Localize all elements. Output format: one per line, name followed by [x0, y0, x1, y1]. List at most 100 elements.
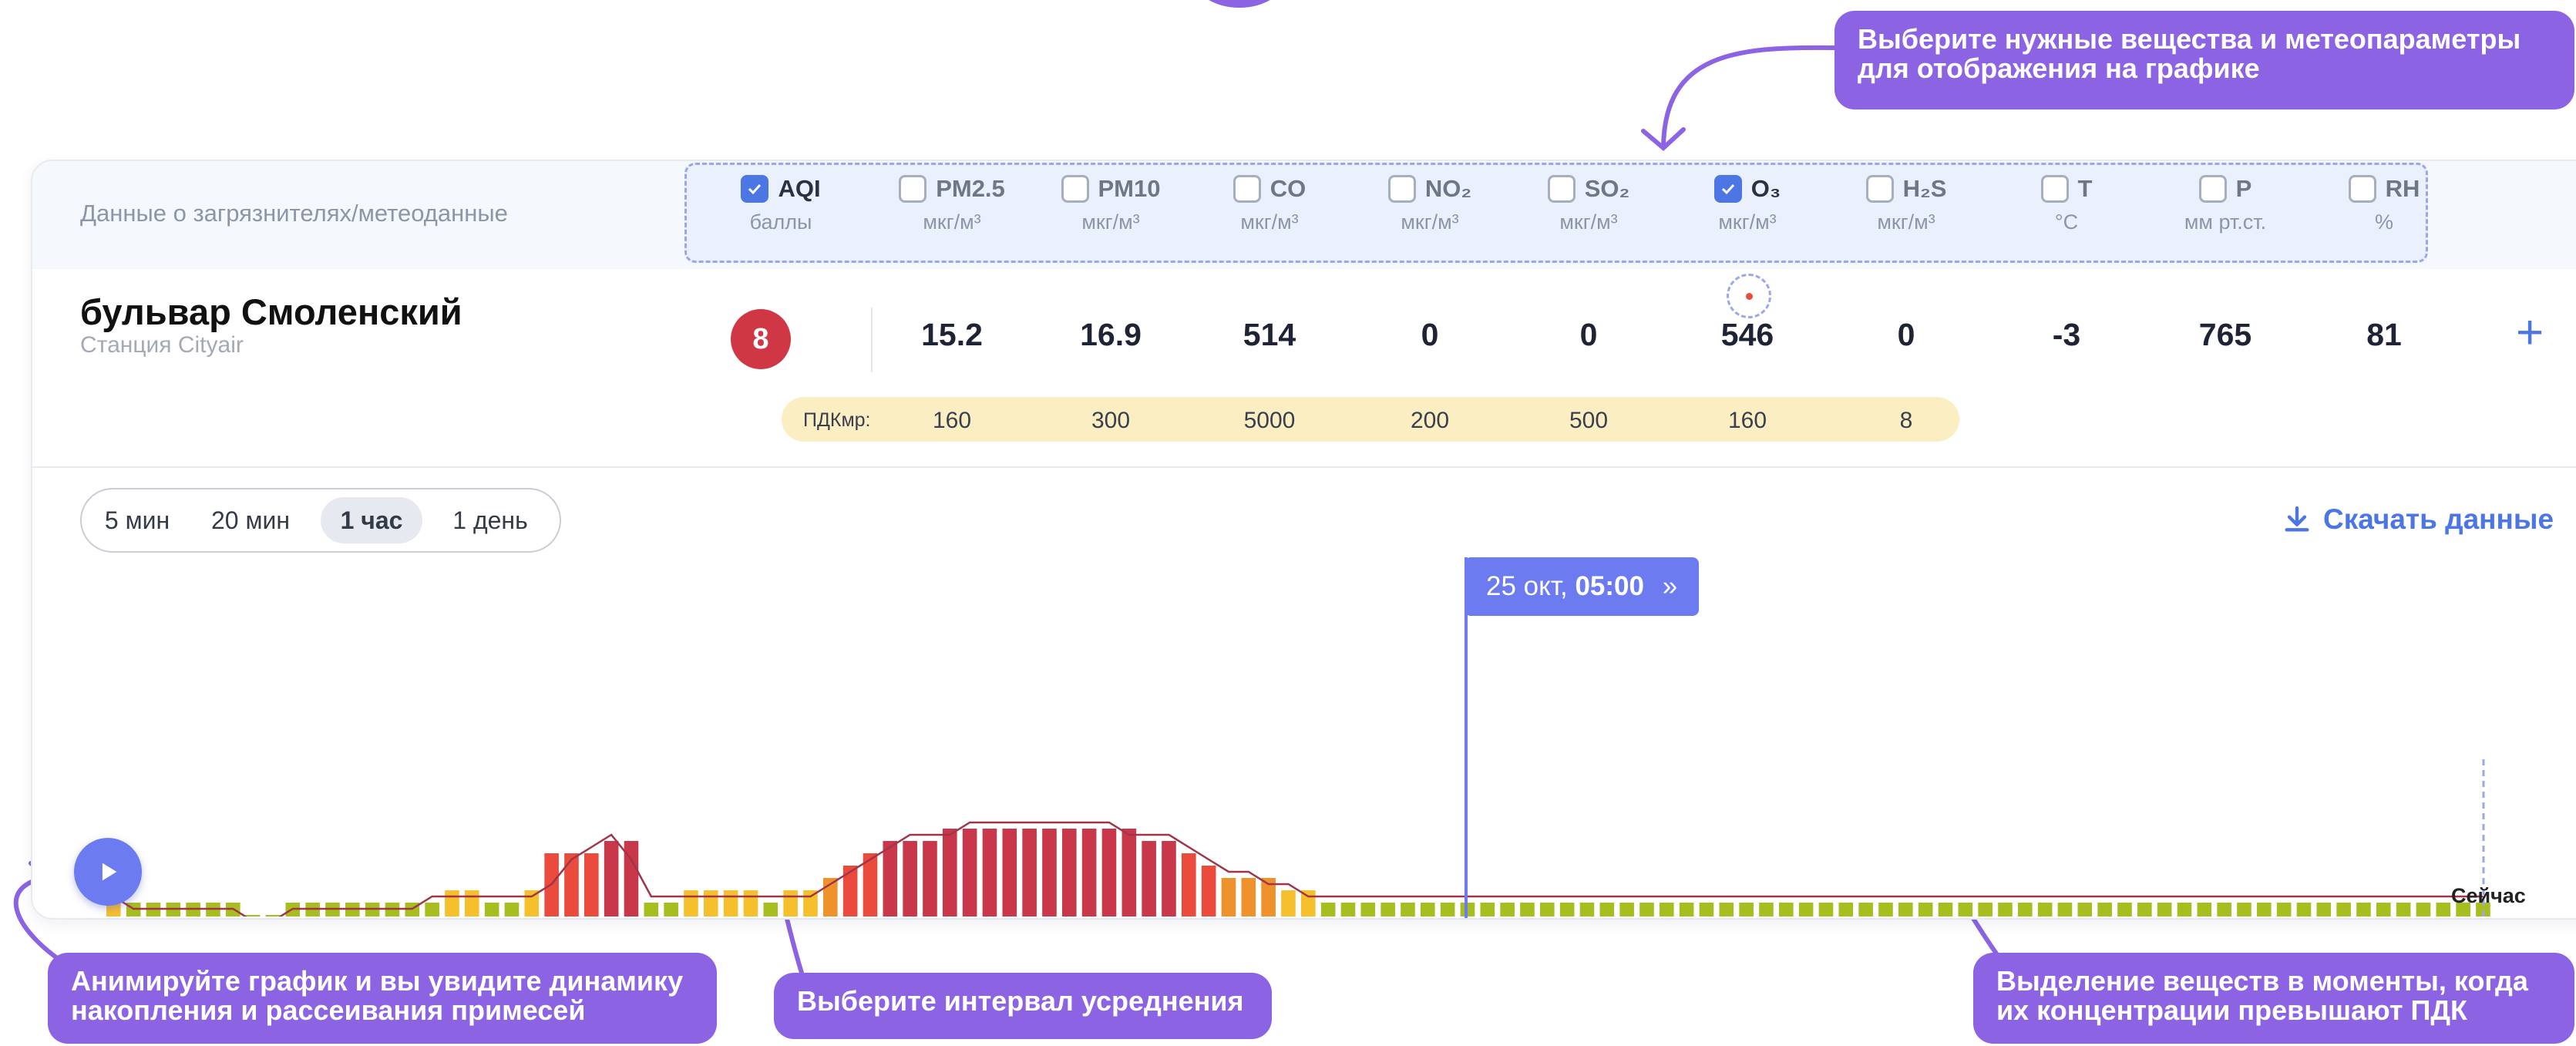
aqi-bar[interactable] — [2356, 903, 2371, 917]
aqi-bar[interactable] — [465, 890, 479, 917]
aqi-bar[interactable] — [2137, 903, 2152, 917]
aqi-bar[interactable] — [1002, 829, 1017, 917]
aqi-bar[interactable] — [2097, 903, 2112, 917]
aqi-bar[interactable] — [1858, 903, 1873, 917]
aqi-bar[interactable] — [2436, 903, 2451, 917]
aqi-bar[interactable] — [2276, 903, 2292, 917]
aqi-bar[interactable] — [1480, 903, 1495, 917]
aqi-bar[interactable] — [1062, 829, 1077, 917]
interval-20min[interactable]: 20 мин — [196, 497, 305, 543]
aqi-bar[interactable] — [1101, 829, 1117, 917]
aqi-bar[interactable] — [2117, 903, 2132, 917]
aqi-bar[interactable] — [903, 841, 917, 917]
aqi-bar[interactable] — [1122, 829, 1137, 917]
param-p[interactable]: P мм рт.ст. — [2167, 175, 2283, 234]
checkbox-icon[interactable] — [1233, 175, 1261, 203]
aqi-bar[interactable] — [1042, 829, 1057, 917]
aqi-bar[interactable] — [1162, 841, 1176, 917]
aqi-bar[interactable] — [604, 841, 619, 917]
aqi-bar[interactable] — [1958, 903, 1973, 917]
aqi-bar[interactable] — [1540, 903, 1555, 917]
aqi-bar[interactable] — [2157, 903, 2172, 917]
aqi-bar[interactable] — [2217, 903, 2231, 917]
aqi-bar[interactable] — [2336, 903, 2351, 917]
param-o3[interactable]: O₃ мкг/м³ — [1690, 175, 1805, 234]
aqi-bar[interactable] — [1579, 903, 1595, 917]
aqi-bar[interactable] — [704, 890, 718, 917]
aqi-chart[interactable]: 12:0018:0024 окт06:0012:0018:0025 окт06:… — [32, 593, 2576, 917]
aqi-bar[interactable] — [1320, 903, 1336, 917]
aqi-bar[interactable] — [1520, 903, 1535, 917]
param-rh[interactable]: RH % — [2326, 175, 2442, 234]
checkbox-checked-icon[interactable] — [741, 175, 769, 203]
aqi-bar[interactable] — [1779, 903, 1794, 917]
aqi-bar[interactable] — [1918, 903, 1933, 917]
time-tooltip[interactable]: 25 окт, 05:00 » — [1465, 557, 1700, 616]
aqi-bar[interactable] — [1639, 903, 1654, 917]
aqi-bar[interactable] — [1221, 878, 1236, 917]
aqi-bar[interactable] — [1660, 903, 1674, 917]
station-name[interactable]: бульвар Смоленский — [80, 291, 462, 333]
aqi-bar[interactable] — [1679, 903, 1694, 917]
aqi-bar[interactable] — [1201, 866, 1216, 917]
aqi-bar[interactable] — [2018, 903, 2033, 917]
checkbox-icon[interactable] — [899, 175, 927, 203]
aqi-bar[interactable] — [484, 903, 499, 917]
aqi-bar[interactable] — [1878, 903, 1893, 917]
download-button[interactable]: Скачать данные — [2282, 503, 2554, 536]
checkbox-checked-icon[interactable] — [1713, 175, 1742, 203]
checkbox-icon[interactable] — [2198, 175, 2227, 203]
aqi-bar[interactable] — [1281, 890, 1296, 917]
aqi-bar[interactable] — [1998, 903, 2013, 917]
aqi-bar[interactable] — [1719, 903, 1734, 917]
aqi-bar[interactable] — [1938, 903, 1953, 917]
aqi-bar[interactable] — [684, 890, 698, 917]
aqi-bar[interactable] — [883, 841, 898, 917]
aqi-bar[interactable] — [1500, 903, 1515, 917]
param-co[interactable]: CO мкг/м³ — [1212, 175, 1327, 234]
checkbox-icon[interactable] — [2348, 175, 2376, 203]
aqi-bar[interactable] — [763, 903, 779, 917]
aqi-bar[interactable] — [2237, 903, 2251, 917]
aqi-bar[interactable] — [2416, 903, 2431, 917]
aqi-bar[interactable] — [1798, 903, 1814, 917]
aqi-bar[interactable] — [2177, 903, 2192, 917]
checkbox-icon[interactable] — [1865, 175, 1894, 203]
aqi-bar[interactable] — [644, 903, 659, 917]
aqi-bar[interactable] — [2077, 903, 2093, 917]
aqi-bar[interactable] — [1380, 903, 1395, 917]
aqi-bar[interactable] — [1182, 853, 1196, 917]
param-so2[interactable]: SO₂ мкг/м³ — [1531, 175, 1646, 234]
aqi-bar[interactable] — [1340, 903, 1356, 917]
aqi-bar[interactable] — [664, 903, 678, 917]
checkbox-icon[interactable] — [2040, 175, 2069, 203]
aqi-bar[interactable] — [1619, 903, 1634, 917]
aqi-bar[interactable] — [1898, 903, 1913, 917]
aqi-bar[interactable] — [1401, 903, 1415, 917]
aqi-bar[interactable] — [1759, 903, 1774, 917]
aqi-bar[interactable] — [943, 829, 957, 917]
aqi-bar[interactable] — [783, 890, 798, 917]
aqi-bar[interactable] — [923, 841, 937, 917]
aqi-bar[interactable] — [2316, 903, 2332, 917]
aqi-bar[interactable] — [2197, 903, 2212, 917]
aqi-bar[interactable] — [1838, 903, 1854, 917]
aqi-bar[interactable] — [2396, 903, 2411, 917]
aqi-bar[interactable] — [1818, 903, 1834, 917]
aqi-bar[interactable] — [2057, 903, 2073, 917]
param-aqi[interactable]: AQI баллы — [723, 175, 839, 234]
play-button[interactable] — [74, 838, 142, 906]
add-station-button[interactable]: + — [2516, 309, 2544, 357]
aqi-bar[interactable] — [1699, 903, 1714, 917]
aqi-bar[interactable] — [584, 853, 599, 917]
param-pm10[interactable]: PM10 мкг/м³ — [1053, 175, 1169, 234]
aqi-bar[interactable] — [425, 903, 439, 917]
checkbox-icon[interactable] — [1547, 175, 1576, 203]
aqi-bar[interactable] — [1739, 903, 1754, 917]
aqi-bar[interactable] — [1022, 829, 1037, 917]
interval-1h[interactable]: 1 час — [321, 497, 422, 543]
aqi-bar[interactable] — [1440, 903, 1455, 917]
aqi-bar[interactable] — [1081, 829, 1097, 917]
aqi-bar[interactable] — [245, 915, 261, 917]
aqi-bar[interactable] — [723, 890, 738, 917]
